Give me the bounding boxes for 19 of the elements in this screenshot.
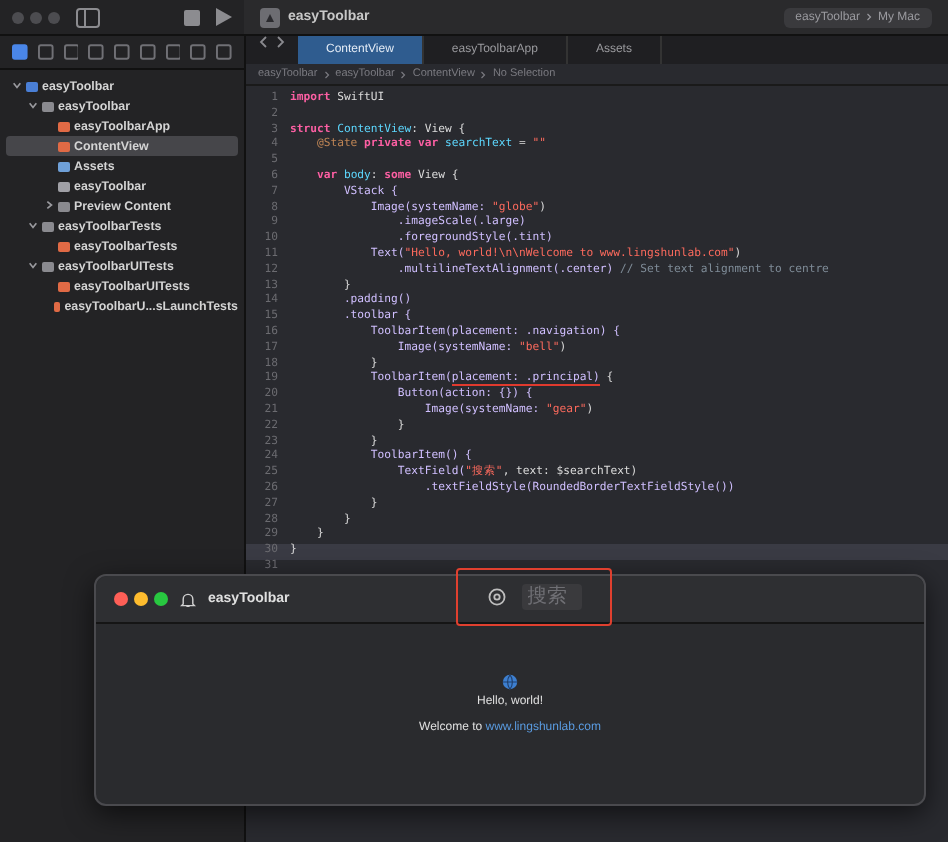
disclosure-chevron-icon[interactable] [44, 199, 54, 209]
sidebar-toggle-icon[interactable] [76, 7, 100, 27]
app-icon [260, 7, 280, 27]
chevron-icon [480, 69, 487, 79]
run-icon[interactable] [216, 8, 232, 26]
bell-icon[interactable] [180, 591, 196, 607]
globe-icon [502, 674, 518, 690]
disclosure-chevron-icon[interactable] [28, 259, 38, 269]
chevron-icon [400, 69, 407, 79]
chevron-icon [866, 12, 872, 22]
chevron-icon [323, 69, 330, 79]
disclosure-chevron-icon[interactable] [28, 99, 38, 109]
minimize-button[interactable] [134, 592, 148, 606]
disclosure-chevron-icon[interactable] [28, 219, 38, 229]
gear-icon[interactable] [487, 588, 505, 606]
close-button[interactable] [114, 592, 128, 606]
disclosure-chevron-icon[interactable] [12, 79, 22, 89]
stop-icon[interactable] [184, 9, 200, 25]
zoom-button[interactable] [154, 592, 168, 606]
